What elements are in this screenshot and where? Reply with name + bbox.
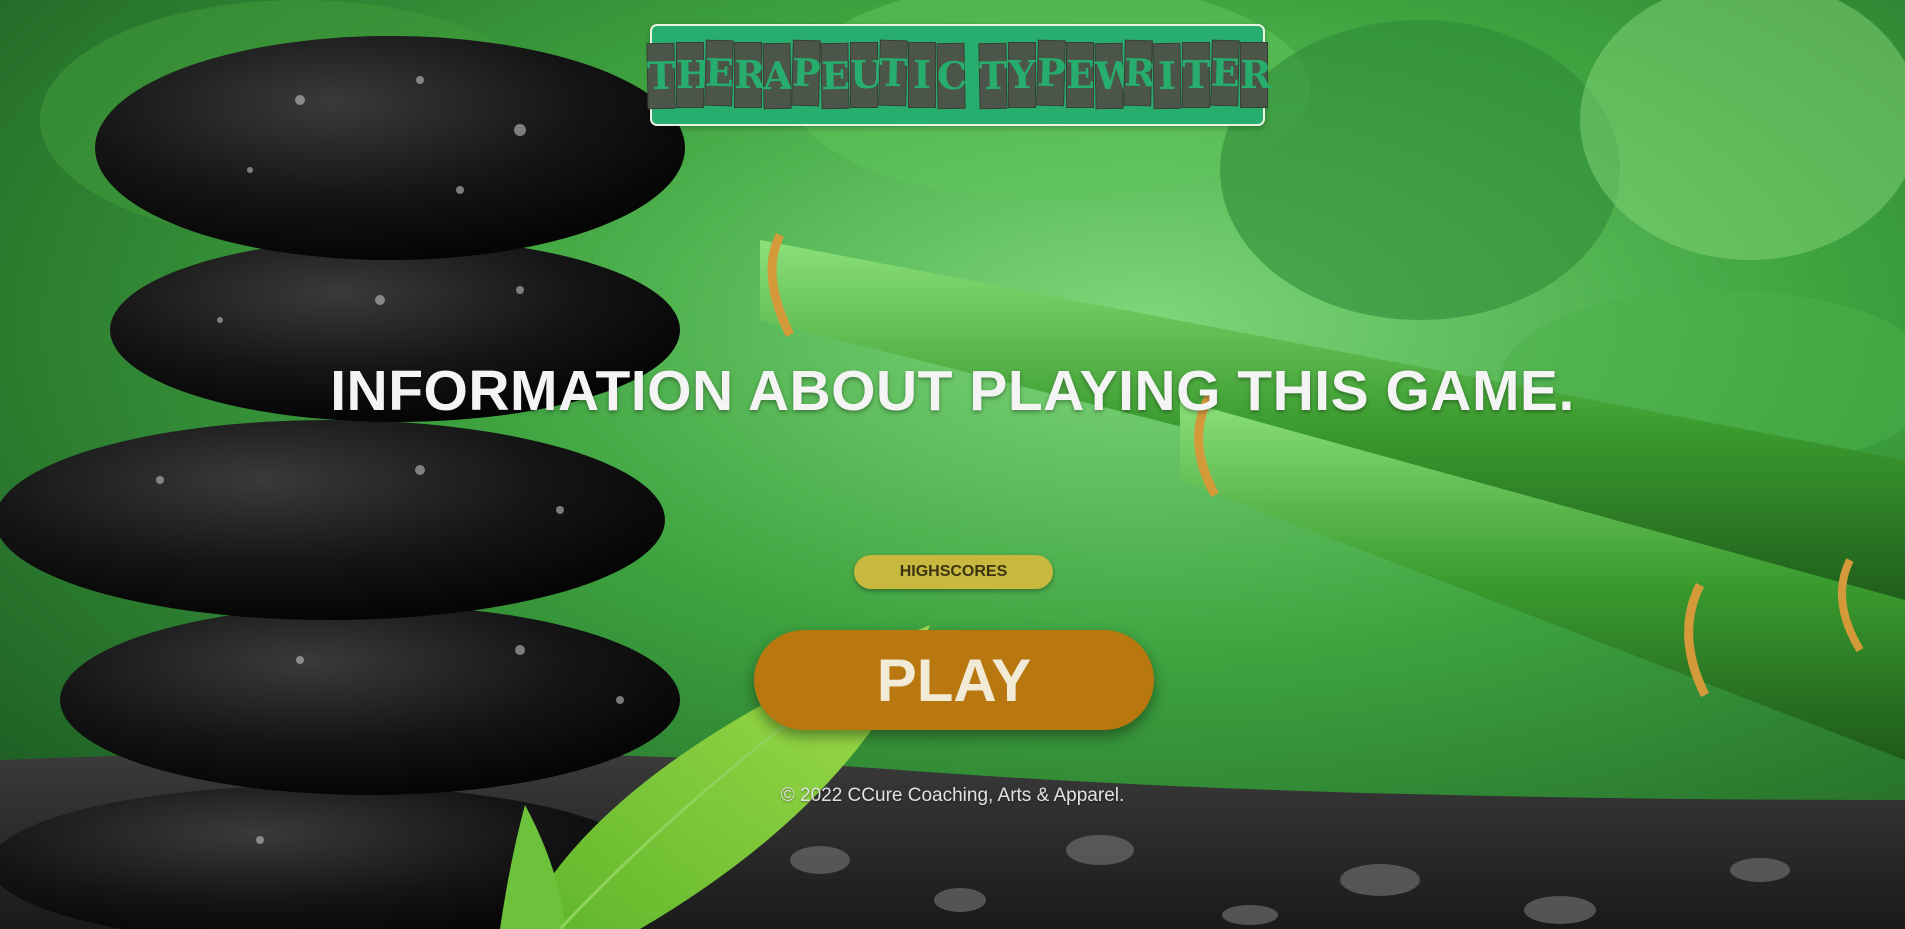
logo-letter: E [820,42,850,110]
logo-letter: P [791,39,821,107]
logo-word-typewriter: T Y P E W R I T E R [978,39,1272,110]
play-button[interactable]: PLAY [754,630,1154,730]
highscores-button[interactable]: HIGHSCORES [854,555,1053,589]
logo-letter: E [1210,39,1241,107]
logo-letter: P [1036,39,1066,107]
logo-letter: E [1066,42,1095,108]
logo-letter: T [878,39,908,107]
game-info-heading: INFORMATION ABOUT PLAYING THIS GAME. [330,359,1575,423]
logo-letter: Y [1008,42,1036,108]
copyright-footer: © 2022 CCure Coaching, Arts & Apparel. [780,785,1125,806]
logo-letter: H [676,42,712,108]
logo-letter: T [1182,42,1210,108]
logo-letter: T [646,42,676,110]
logo-letter: R [1240,42,1272,108]
logo-letter: U [850,42,883,108]
logo-letter: E [704,39,735,107]
logo-letter: T [978,42,1008,110]
logo-word-therapeutic: T H E R A P E U T I C [646,39,968,110]
logo-letter: W [1094,42,1138,110]
logo-letter: R [734,42,766,108]
logo-letter: C [936,42,968,110]
game-logo: T H E R A P E U T I C T Y P E W R I T E … [646,24,1272,126]
logo-letter: I [908,42,936,108]
logo-letter: R [1123,39,1156,107]
logo-letter: A [762,42,793,110]
logo-letter: I [1152,42,1182,110]
